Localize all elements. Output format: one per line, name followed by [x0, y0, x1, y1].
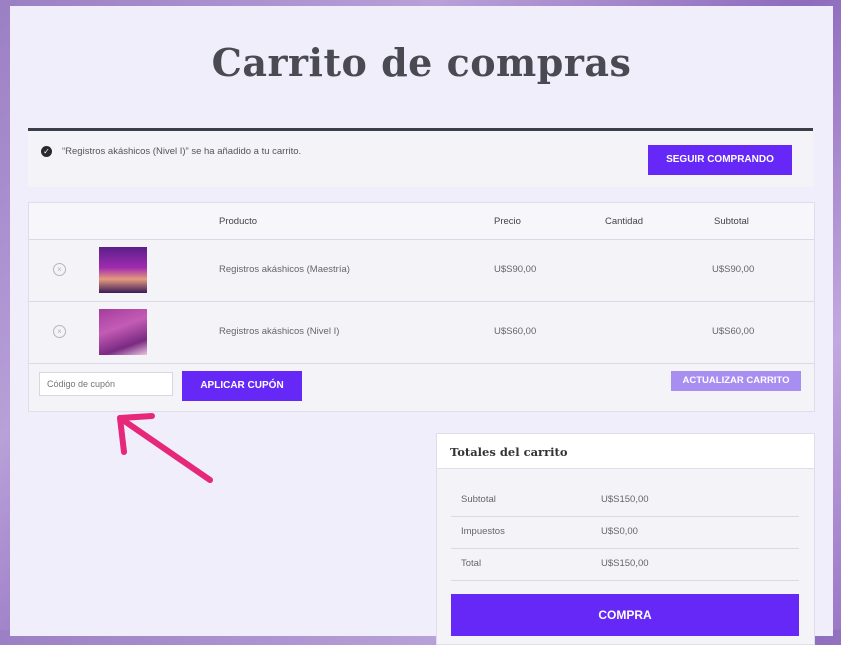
totals-label: Impuestos: [461, 526, 505, 537]
coupon-row: APLICAR CUPÓN ACTUALIZAR CARRITO: [29, 363, 814, 411]
product-subtotal: U$S60,00: [712, 326, 755, 337]
product-subtotal: U$S90,00: [712, 264, 755, 275]
table-row: × Registros akáshicos (Nivel I) U$S60,00…: [29, 301, 814, 364]
product-name[interactable]: Registros akáshicos (Maestría): [219, 264, 350, 275]
coupon-code-input[interactable]: [39, 372, 173, 396]
totals-row: Impuestos U$S0,00: [451, 516, 799, 549]
notice-message: “Registros akáshicos (Nivel I)” se ha añ…: [62, 146, 302, 157]
header-price: Precio: [494, 216, 521, 227]
cart-totals-header: Totales del carrito: [437, 434, 814, 469]
continue-shopping-button[interactable]: SEGUIR COMPRANDO: [648, 145, 792, 175]
totals-value: U$S150,00: [601, 494, 649, 505]
totals-value: U$S0,00: [601, 526, 638, 537]
page-title: Carrito de compras: [211, 40, 632, 85]
table-row: × Registros akáshicos (Maestría) U$S90,0…: [29, 239, 814, 302]
cart-table-header: Producto Precio Cantidad Subtotal: [29, 203, 814, 240]
totals-row: Subtotal U$S150,00: [451, 484, 799, 517]
product-price: U$S90,00: [494, 264, 537, 275]
header-subtotal: Subtotal: [714, 216, 749, 227]
cart-totals: Totales del carrito Subtotal U$S150,00 I…: [436, 433, 815, 645]
update-cart-button[interactable]: ACTUALIZAR CARRITO: [671, 371, 801, 391]
check-circle-icon: ✓: [41, 146, 52, 157]
totals-label: Total: [461, 558, 482, 569]
pink-arrow-icon: [117, 413, 213, 483]
header-product: Producto: [219, 216, 258, 227]
totals-value: U$S150,00: [601, 558, 649, 569]
cart-totals-title: Totales del carrito: [450, 445, 568, 459]
totals-row: Total U$S150,00: [451, 548, 799, 581]
product-thumbnail[interactable]: [99, 309, 147, 355]
cart-notice: ✓ “Registros akáshicos (Nivel I)” se ha …: [28, 128, 813, 187]
remove-circle-icon[interactable]: ×: [53, 325, 66, 338]
product-thumbnail[interactable]: [99, 247, 147, 293]
totals-label: Subtotal: [461, 494, 496, 505]
product-name[interactable]: Registros akáshicos (Nivel I): [219, 326, 339, 337]
apply-coupon-button[interactable]: APLICAR CUPÓN: [182, 371, 302, 401]
header-quantity: Cantidad: [605, 216, 644, 227]
remove-circle-icon[interactable]: ×: [53, 263, 66, 276]
cart-page: Carrito de compras ✓ “Registros akáshico…: [10, 6, 833, 645]
cart-table: Producto Precio Cantidad Subtotal × Regi…: [28, 202, 815, 412]
product-price: U$S60,00: [494, 326, 537, 337]
